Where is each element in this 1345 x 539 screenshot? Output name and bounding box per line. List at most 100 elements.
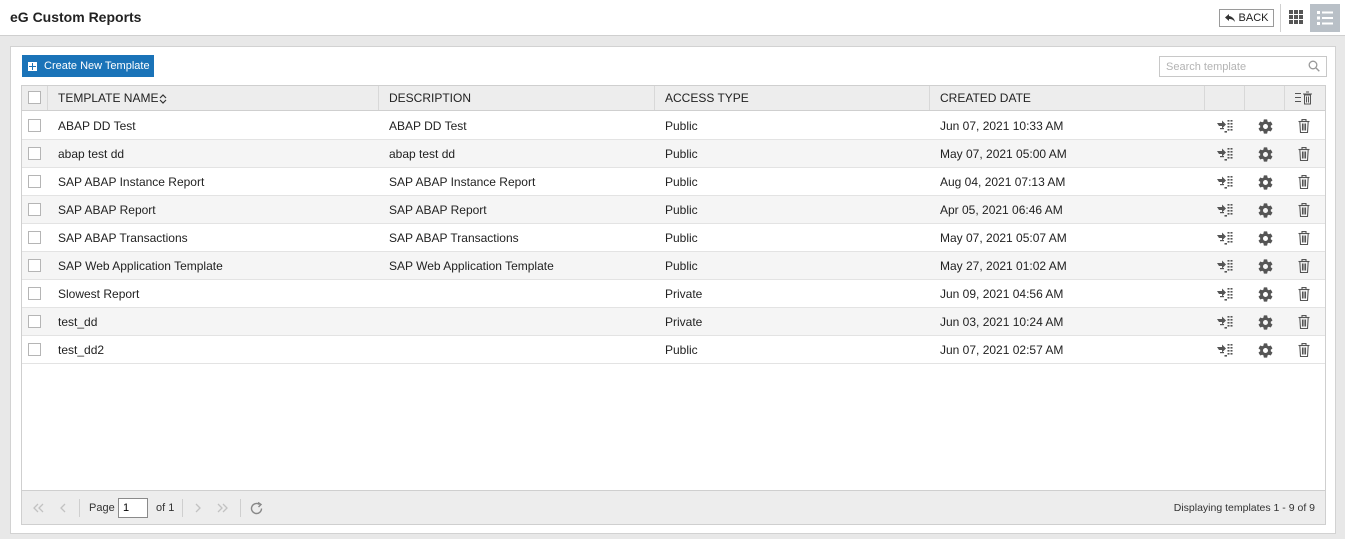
search-input[interactable] <box>1160 57 1300 76</box>
table-row[interactable]: abap test dd abap test dd Public May 07, 20… <box>22 140 1325 168</box>
row-checkbox[interactable] <box>28 259 41 272</box>
refresh-button[interactable] <box>248 500 264 516</box>
template-name-cell: SAP ABAP Transactions <box>58 231 188 245</box>
export-template-icon[interactable] <box>1216 314 1234 330</box>
sort-icon[interactable] <box>159 93 167 104</box>
row-checkbox[interactable] <box>28 119 41 132</box>
search-icon[interactable] <box>1308 60 1320 72</box>
trash-icon[interactable] <box>1295 314 1313 330</box>
list-view-button[interactable] <box>1310 4 1340 32</box>
gear-icon[interactable] <box>1256 118 1274 134</box>
table-row[interactable]: SAP ABAP Transactions SAP ABAP Transactio… <box>22 224 1325 252</box>
table-row[interactable]: SAP Web Application Template SAP Web Appl… <box>22 252 1325 280</box>
table-row[interactable]: SAP ABAP Report SAP ABAP Report Public Apr … <box>22 196 1325 224</box>
gear-icon[interactable] <box>1256 174 1274 190</box>
pager-divider <box>182 499 183 517</box>
gear-icon[interactable] <box>1256 202 1274 218</box>
gear-icon[interactable] <box>1256 286 1274 302</box>
row-checkbox[interactable] <box>28 175 41 188</box>
export-template-icon[interactable] <box>1216 202 1234 218</box>
template-name-cell: ABAP DD Test <box>58 119 136 133</box>
created-date-cell: Jun 07, 2021 10:33 AM <box>940 119 1064 133</box>
table-row[interactable]: Slowest Report Private Jun 09, 2021 04:56 … <box>22 280 1325 308</box>
export-template-icon[interactable] <box>1216 258 1234 274</box>
table-row[interactable]: test_dd Private Jun 03, 2021 10:24 AM <box>22 308 1325 336</box>
table-row[interactable]: ABAP DD Test ABAP DD Test Public Jun 07, 20… <box>22 112 1325 140</box>
row-checkbox[interactable] <box>28 147 41 160</box>
next-page-button[interactable] <box>191 501 205 515</box>
export-template-icon[interactable] <box>1216 118 1234 134</box>
trash-icon[interactable] <box>1295 258 1313 274</box>
description-cell: ABAP DD Test <box>389 119 467 133</box>
column-label: CREATED DATE <box>940 91 1031 105</box>
column-header-created-date[interactable]: CREATED DATE <box>930 86 1205 110</box>
export-template-icon[interactable] <box>1216 342 1234 358</box>
back-label: BACK <box>1238 12 1269 24</box>
trash-icon[interactable] <box>1295 286 1313 302</box>
description-cell: SAP Web Application Template <box>389 259 554 273</box>
page-label: Page <box>89 502 115 514</box>
trash-icon[interactable] <box>1295 146 1313 162</box>
template-name-cell: SAP ABAP Instance Report <box>58 175 205 189</box>
back-button[interactable]: BACK <box>1219 9 1274 27</box>
column-header-description[interactable]: DESCRIPTION <box>379 86 655 110</box>
export-template-icon[interactable] <box>1216 146 1234 162</box>
create-label: Create New Template <box>44 60 150 72</box>
table-row[interactable]: SAP ABAP Instance Report SAP ABAP Instanc… <box>22 168 1325 196</box>
access-type-cell: Public <box>665 147 698 161</box>
access-type-cell: Public <box>665 119 698 133</box>
template-name-cell: SAP ABAP Report <box>58 203 156 217</box>
column-header-bulk-delete[interactable] <box>1285 86 1325 110</box>
description-cell: SAP ABAP Instance Report <box>389 175 536 189</box>
access-type-cell: Private <box>665 315 703 329</box>
template-name-cell: test_dd <box>58 315 98 329</box>
trash-icon[interactable] <box>1295 118 1313 134</box>
page-count-label: of 1 <box>156 502 175 514</box>
first-page-button[interactable] <box>32 501 46 515</box>
created-date-cell: Jun 03, 2021 10:24 AM <box>940 315 1064 329</box>
column-label: ACCESS TYPE <box>665 91 749 105</box>
gear-icon[interactable] <box>1256 314 1274 330</box>
previous-page-button[interactable] <box>56 501 70 515</box>
gear-icon[interactable] <box>1256 230 1274 246</box>
table-row[interactable]: test_dd2 Public Jun 07, 2021 02:57 AM <box>22 336 1325 364</box>
last-page-button[interactable] <box>215 501 229 515</box>
grid-view-button[interactable] <box>1284 5 1308 29</box>
access-type-cell: Public <box>665 203 698 217</box>
export-template-icon[interactable] <box>1216 230 1234 246</box>
last-page-icon <box>217 503 228 513</box>
page-title: eG Custom Reports <box>10 9 142 25</box>
display-count-text: Displaying templates 1 - 9 of 9 <box>1173 502 1315 514</box>
refresh-icon <box>250 501 262 514</box>
column-header-template-name[interactable]: TEMPLATE NAME <box>48 86 379 110</box>
access-type-cell: Public <box>665 343 698 357</box>
next-page-icon <box>195 503 201 513</box>
export-template-icon[interactable] <box>1216 174 1234 190</box>
row-checkbox[interactable] <box>28 231 41 244</box>
bulk-delete-icon[interactable] <box>1295 91 1313 105</box>
trash-icon[interactable] <box>1295 230 1313 246</box>
row-checkbox[interactable] <box>28 287 41 300</box>
access-type-cell: Private <box>665 287 703 301</box>
select-all-checkbox[interactable] <box>28 91 41 104</box>
row-checkbox[interactable] <box>28 343 41 356</box>
templates-panel: Create New Template TEMPLATE NAME DESCRI… <box>10 46 1336 534</box>
description-cell: SAP ABAP Report <box>389 203 487 217</box>
gear-icon[interactable] <box>1256 258 1274 274</box>
gear-icon[interactable] <box>1256 146 1274 162</box>
page-number-input[interactable] <box>118 498 148 518</box>
create-new-template-button[interactable]: Create New Template <box>22 55 154 77</box>
created-date-cell: May 07, 2021 05:00 AM <box>940 147 1067 161</box>
trash-icon[interactable] <box>1295 342 1313 358</box>
export-template-icon[interactable] <box>1216 286 1234 302</box>
row-checkbox[interactable] <box>28 203 41 216</box>
trash-icon[interactable] <box>1295 202 1313 218</box>
column-header-access-type[interactable]: ACCESS TYPE <box>655 86 930 110</box>
created-date-cell: Jun 07, 2021 02:57 AM <box>940 343 1064 357</box>
pager-divider <box>79 499 80 517</box>
gear-icon[interactable] <box>1256 342 1274 358</box>
access-type-cell: Public <box>665 259 698 273</box>
template-name-cell: SAP Web Application Template <box>58 259 223 273</box>
row-checkbox[interactable] <box>28 315 41 328</box>
trash-icon[interactable] <box>1295 174 1313 190</box>
